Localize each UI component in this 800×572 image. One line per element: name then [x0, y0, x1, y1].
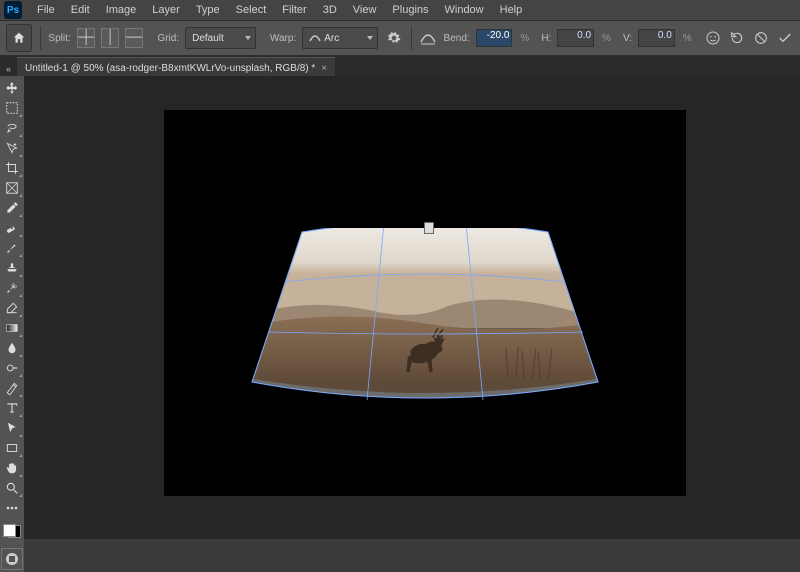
cancel-transform-button[interactable] — [752, 28, 770, 48]
dodge-tool[interactable] — [1, 358, 23, 378]
bend-input[interactable]: -20.0 — [476, 29, 513, 47]
h-distort-unit: % — [602, 33, 611, 44]
arc-icon — [309, 33, 321, 43]
menu-layer[interactable]: Layer — [145, 2, 187, 18]
warp-orientation-button[interactable] — [419, 28, 437, 48]
h-distort-input[interactable]: 0.0 — [557, 29, 594, 47]
bend-label: Bend: — [444, 33, 470, 44]
zoom-tool[interactable] — [1, 478, 23, 498]
rectangle-tool[interactable] — [1, 438, 23, 458]
pen-tool[interactable] — [1, 378, 23, 398]
canvas-area[interactable] — [24, 76, 800, 539]
menu-view[interactable]: View — [346, 2, 384, 18]
split-label: Split: — [48, 33, 70, 44]
frame-tool[interactable] — [1, 178, 23, 198]
lasso-tool[interactable] — [1, 118, 23, 138]
clone-stamp-tool[interactable] — [1, 258, 23, 278]
menu-image[interactable]: Image — [99, 2, 144, 18]
bend-unit: % — [520, 33, 529, 44]
healing-brush-tool[interactable] — [1, 218, 23, 238]
gear-icon — [387, 31, 401, 45]
menu-select[interactable]: Select — [229, 2, 274, 18]
warp-transform-overlay[interactable] — [248, 228, 602, 404]
close-tab-button[interactable]: × — [321, 63, 327, 74]
history-brush-tool[interactable] — [1, 278, 23, 298]
v-distort-input[interactable]: 0.0 — [638, 29, 675, 47]
warp-style-value: Arc — [324, 33, 339, 44]
v-distort-label: V: — [623, 33, 632, 44]
split-cross-button[interactable] — [77, 28, 95, 48]
eyedropper-tool[interactable] — [1, 198, 23, 218]
brush-tool[interactable] — [1, 238, 23, 258]
reset-transform-button[interactable] — [728, 28, 746, 48]
blur-tool[interactable] — [1, 338, 23, 358]
document-tab-title: Untitled-1 @ 50% (asa-rodger-B8xmtKWLrVo… — [25, 63, 315, 74]
menu-plugins[interactable]: Plugins — [385, 2, 435, 18]
quick-select-tool[interactable] — [1, 138, 23, 158]
type-tool[interactable] — [1, 398, 23, 418]
document-tab-bar: « Untitled-1 @ 50% (asa-rodger-B8xmtKWLr… — [0, 56, 800, 78]
interpolation-button[interactable] — [704, 28, 722, 48]
eraser-tool[interactable] — [1, 298, 23, 318]
edit-toolbar-button[interactable] — [1, 498, 23, 518]
grid-dropdown[interactable]: Default — [185, 27, 256, 49]
warp-top-handle[interactable] — [424, 222, 434, 234]
document-canvas[interactable] — [164, 110, 686, 496]
warp-options-button[interactable] — [384, 28, 402, 48]
h-distort-label: H: — [541, 33, 551, 44]
grid-dropdown-value: Default — [192, 33, 224, 44]
path-select-tool[interactable] — [1, 418, 23, 438]
menu-edit[interactable]: Edit — [64, 2, 97, 18]
home-icon — [12, 31, 26, 45]
hand-tool[interactable] — [1, 458, 23, 478]
menu-type[interactable]: Type — [189, 2, 227, 18]
warp-label: Warp: — [270, 33, 296, 44]
v-distort-unit: % — [683, 33, 692, 44]
split-horizontal-button[interactable] — [125, 28, 143, 48]
move-tool[interactable] — [1, 78, 23, 98]
divider — [40, 26, 41, 50]
split-vertical-button[interactable] — [101, 28, 119, 48]
foreground-color[interactable] — [3, 524, 16, 537]
undo-icon — [729, 30, 745, 46]
menu-window[interactable]: Window — [438, 2, 491, 18]
quick-mask-button[interactable] — [1, 548, 23, 570]
checkmark-icon — [777, 30, 793, 46]
options-bar: Split: Grid: Default Warp: Arc Bend: -20… — [0, 20, 800, 56]
warp-style-dropdown[interactable]: Arc — [302, 27, 378, 49]
color-swatch[interactable] — [3, 524, 21, 538]
home-button[interactable] — [6, 24, 32, 52]
menu-help[interactable]: Help — [493, 2, 530, 18]
menu-filter[interactable]: Filter — [275, 2, 313, 18]
app-logo: Ps — [4, 1, 22, 19]
tools-panel — [0, 76, 24, 572]
crop-tool[interactable] — [1, 158, 23, 178]
face-icon — [705, 30, 721, 46]
grid-label: Grid: — [157, 33, 179, 44]
divider — [411, 26, 412, 50]
commit-transform-button[interactable] — [776, 28, 794, 48]
document-tab[interactable]: Untitled-1 @ 50% (asa-rodger-B8xmtKWLrVo… — [17, 57, 335, 78]
cancel-icon — [753, 30, 769, 46]
menu-file[interactable]: File — [30, 2, 62, 18]
menu-bar: Ps File Edit Image Layer Type Select Fil… — [0, 0, 800, 20]
orientation-icon — [420, 31, 436, 45]
menu-3d[interactable]: 3D — [316, 2, 344, 18]
marquee-tool[interactable] — [1, 98, 23, 118]
gradient-tool[interactable] — [1, 318, 23, 338]
